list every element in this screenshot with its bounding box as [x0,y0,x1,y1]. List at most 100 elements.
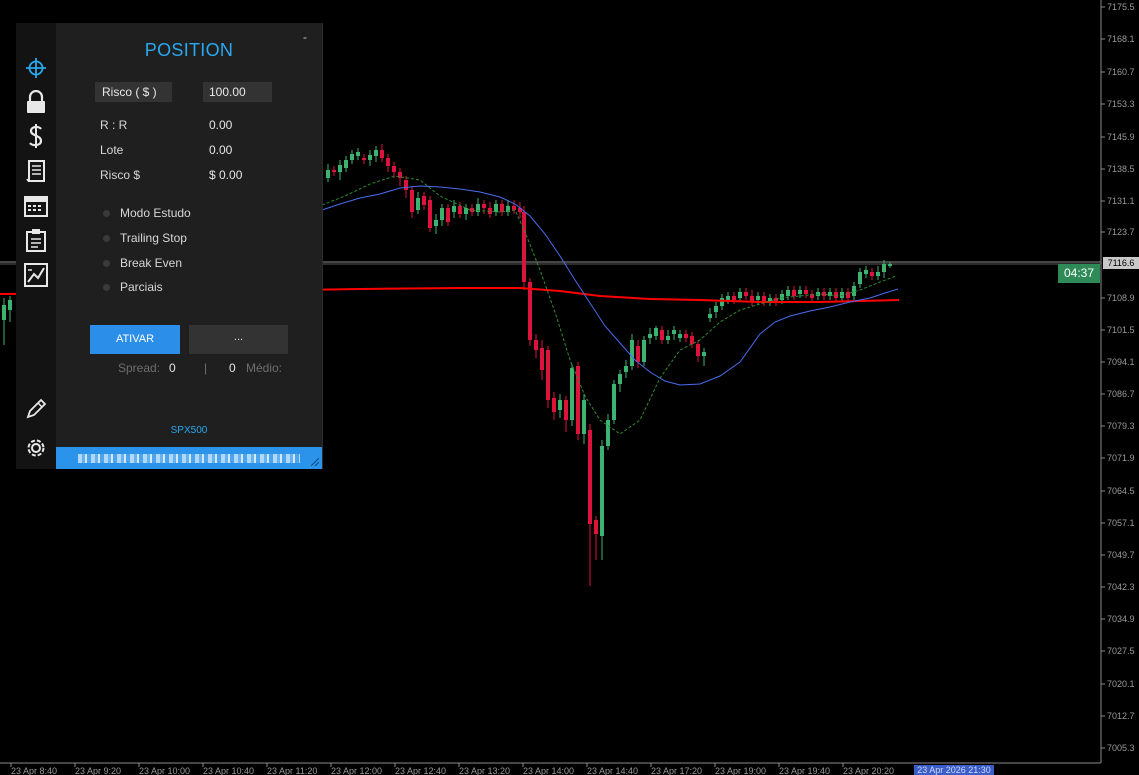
candle-body [804,290,808,294]
dollar-icon[interactable] [22,122,50,150]
spread-label: Spread: [118,361,161,375]
candle-body [834,292,838,298]
time-tick-label: 23 Apr 14:00 [523,766,574,775]
candle-body [540,348,544,370]
candle-body [386,158,390,166]
candle-body [780,294,784,300]
candle-body [356,152,360,156]
candle-body [344,160,348,168]
time-tick-label: 23 Apr 19:00 [715,766,766,775]
candle-body [392,166,396,172]
time-tick-label: 23 Apr 9:20 [75,766,121,775]
status-bar [56,447,322,469]
receipt-icon[interactable] [22,157,50,185]
candle-body [404,180,408,190]
candle-body [642,340,646,362]
resize-grip-icon[interactable] [311,458,319,466]
candle-body [876,272,880,276]
candle-body [612,384,616,420]
checkbox-dot[interactable] [103,259,110,267]
medio-label: Médio: [246,361,283,375]
candle-body [600,446,604,536]
activate-button[interactable]: ATIVAR [90,325,180,354]
candle-body [446,208,450,222]
candle-body [464,208,468,214]
candle-body [374,150,378,156]
price-tick-label: 7071.9 [1107,453,1135,463]
candle-body [362,158,366,160]
candle-body [882,264,886,272]
candle-body [744,292,748,296]
clipboard-icon[interactable] [22,226,50,254]
candle-body [870,272,874,276]
risk-mode-button[interactable]: Risco ( $ ) [95,82,172,102]
lot-label: Lote [100,143,124,157]
more-button[interactable]: ... [189,325,288,354]
candle-body [720,298,724,306]
panel-title: POSITION [144,40,234,60]
spread-row: Spread: 0 | Médio: 0 [118,361,318,375]
candle-body [422,196,426,205]
candle-body [452,206,456,212]
crosshair-icon[interactable] [22,54,50,82]
candle-body [696,344,700,356]
minimize-button[interactable]: - [303,30,307,44]
price-tick-label: 7160.7 [1107,67,1135,77]
option-break-even[interactable]: Break Even [103,256,182,270]
candle-body [684,334,688,338]
candle-body [440,208,444,220]
candle-body [594,520,598,534]
candle-body [458,206,462,214]
candle-body [522,212,526,282]
status-text-blurred [78,454,300,463]
checkbox-dot[interactable] [103,234,110,242]
candle-body [380,150,384,158]
calendar-icon[interactable] [22,192,50,220]
candle-body [654,328,658,336]
candle-body [428,200,432,228]
time-tick-label: 23 Apr 20:20 [843,766,894,775]
chart-icon[interactable] [22,261,50,289]
option-label: Parciais [120,280,163,294]
price-tick-label: 7057.1 [1107,518,1135,528]
candle-body [528,282,532,340]
current-date-label: 23 Apr 2026 21:30 [914,765,994,775]
pencil-icon[interactable] [22,395,50,423]
candle-body [534,340,538,350]
candle-body [648,334,652,338]
candle-body [666,336,670,340]
price-tick-label: 7086.7 [1107,389,1135,399]
lock-icon[interactable] [22,88,50,116]
price-tick-label: 7131.1 [1107,196,1135,206]
ma-fast-line [321,175,897,435]
candle-body [624,366,628,372]
candle-body [558,400,562,410]
option-trailing-stop[interactable]: Trailing Stop [103,231,187,245]
option-modo-estudo[interactable]: Modo Estudo [103,206,191,220]
candle-body [738,292,742,298]
candle-body [500,204,504,212]
candle-body [350,154,354,160]
candle-body [672,330,676,334]
candle-body [888,264,892,266]
checkbox-dot[interactable] [103,209,110,217]
candle-body [786,290,790,296]
gear-icon[interactable] [22,434,50,462]
option-parciais[interactable]: Parciais [103,280,163,294]
candle-body [714,306,718,312]
time-tick-label: 23 Apr 8:40 [11,766,57,775]
candle-body [618,374,622,384]
risk-amount-input[interactable] [203,82,272,102]
price-tick-label: 7020.1 [1107,679,1135,689]
separator: | [204,361,208,375]
candle-body [564,400,568,420]
checkbox-dot[interactable] [103,283,110,291]
ma-mid-line [321,185,899,386]
price-tick-label: 7153.3 [1107,99,1135,109]
candle-body [434,220,438,226]
candle-body [410,190,414,212]
risk-usd-value: $ 0.00 [209,168,243,182]
time-tick-label: 23 Apr 14:40 [587,766,638,775]
price-tick-label: 7064.5 [1107,486,1135,496]
symbol-label: SPX500 [170,425,208,436]
